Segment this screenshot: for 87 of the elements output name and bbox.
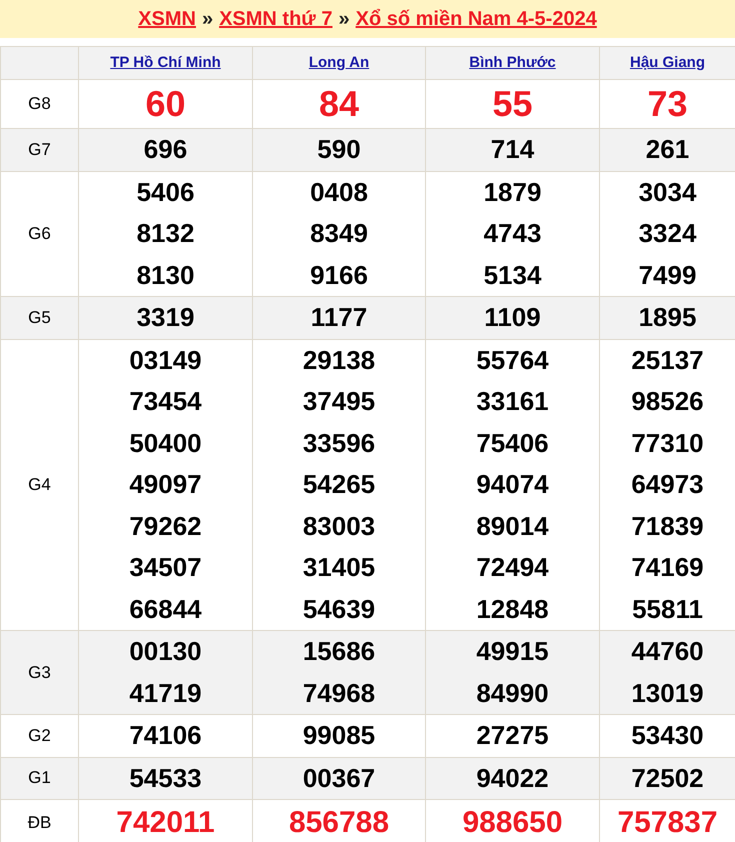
result-number: 8132 <box>136 217 196 250</box>
result-number: 1109 <box>483 301 542 334</box>
result-number: 29138 <box>302 344 376 376</box>
result-number: 12848 <box>475 592 550 626</box>
breadcrumb-link[interactable]: XSMN <box>138 4 196 34</box>
result-number: 3319 <box>136 301 196 334</box>
result-number: 4743 <box>482 217 542 250</box>
result-number: 37495 <box>302 385 376 418</box>
result-number: 261 <box>644 133 690 166</box>
result-number: 74968 <box>302 676 376 710</box>
result-number: 72494 <box>475 551 550 584</box>
result-number: 84 <box>318 82 360 126</box>
result-number: 31405 <box>302 551 376 584</box>
result-number: 8349 <box>309 217 369 250</box>
result-number: 50400 <box>128 426 203 460</box>
result-number: 55 <box>491 82 534 126</box>
result-number: 72502 <box>630 762 705 794</box>
result-number: 856788 <box>288 805 390 841</box>
province-link[interactable]: Long An <box>308 54 370 71</box>
result-number: 74106 <box>128 719 203 752</box>
result-number: 3034 <box>638 176 698 208</box>
result-number: 34507 <box>128 551 203 584</box>
prize-label: G3 <box>28 662 51 682</box>
result-number: 74169 <box>630 551 705 584</box>
result-number: 49097 <box>128 468 203 501</box>
result-number: 988650 <box>461 805 564 841</box>
prize-label: ĐB <box>28 813 52 832</box>
result-number: 79262 <box>128 510 203 542</box>
result-number: 714 <box>490 133 536 166</box>
result-number: 25137 <box>630 344 705 376</box>
prize-label: G4 <box>28 474 51 494</box>
result-number: 742011 <box>115 805 216 841</box>
result-number: 73454 <box>128 385 203 418</box>
result-number: 44760 <box>630 635 705 668</box>
result-number: 60 <box>144 82 187 126</box>
result-number: 1879 <box>482 176 542 208</box>
result-number: 54265 <box>302 468 376 501</box>
result-number: 27275 <box>475 719 550 752</box>
result-number: 83003 <box>302 510 376 542</box>
result-number: 757837 <box>616 805 719 841</box>
result-number: 3324 <box>638 217 698 250</box>
result-number: 1177 <box>310 301 368 334</box>
result-number: 590 <box>316 133 362 166</box>
result-number: 94074 <box>475 468 550 501</box>
result-number: 54533 <box>128 762 203 794</box>
result-number: 53430 <box>630 719 705 752</box>
breadcrumb-link[interactable]: XSMN thứ 7 <box>219 4 332 34</box>
result-number: 0408 <box>309 176 369 208</box>
result-number: 64973 <box>630 468 705 501</box>
prize-label: G6 <box>28 224 51 243</box>
prize-label: G1 <box>28 768 51 788</box>
prize-label: G5 <box>28 308 51 327</box>
result-number: 66844 <box>128 592 203 626</box>
result-number: 84990 <box>475 676 550 710</box>
result-number: 00130 <box>128 635 203 668</box>
prize-label: G8 <box>28 94 51 113</box>
result-number: 33596 <box>302 426 376 460</box>
result-number: 49915 <box>475 635 550 668</box>
breadcrumb-separator: » <box>338 7 350 32</box>
result-number: 8130 <box>136 258 196 292</box>
result-number: 41719 <box>128 676 203 710</box>
result-number: 89014 <box>475 510 550 542</box>
result-number: 55764 <box>475 344 550 376</box>
result-number: 71839 <box>630 510 705 542</box>
result-number: 696 <box>142 133 188 166</box>
result-number: 94022 <box>475 762 550 794</box>
result-number: 7499 <box>638 258 698 292</box>
prize-label: G2 <box>28 726 51 745</box>
result-number: 99085 <box>302 719 376 752</box>
result-number: 98526 <box>630 385 705 418</box>
breadcrumb-link[interactable]: Xổ số miền Nam 4-5-2024 <box>356 4 597 34</box>
result-number: 15686 <box>302 635 376 668</box>
result-number: 77310 <box>630 426 705 460</box>
breadcrumb-separator: » <box>202 7 214 32</box>
result-number: 9166 <box>309 258 369 292</box>
result-number: 1895 <box>638 301 698 334</box>
result-number: 5134 <box>482 258 542 292</box>
result-number: 00367 <box>302 762 376 794</box>
result-number: 75406 <box>475 426 550 460</box>
result-number: 73 <box>646 82 689 126</box>
prize-label: G7 <box>28 140 51 159</box>
result-number: 55811 <box>631 592 704 626</box>
result-number: 5406 <box>136 176 196 208</box>
result-number: 33161 <box>475 385 550 418</box>
result-number: 13019 <box>630 676 705 710</box>
result-number: 54639 <box>302 592 376 626</box>
result-number: 03149 <box>128 344 203 376</box>
